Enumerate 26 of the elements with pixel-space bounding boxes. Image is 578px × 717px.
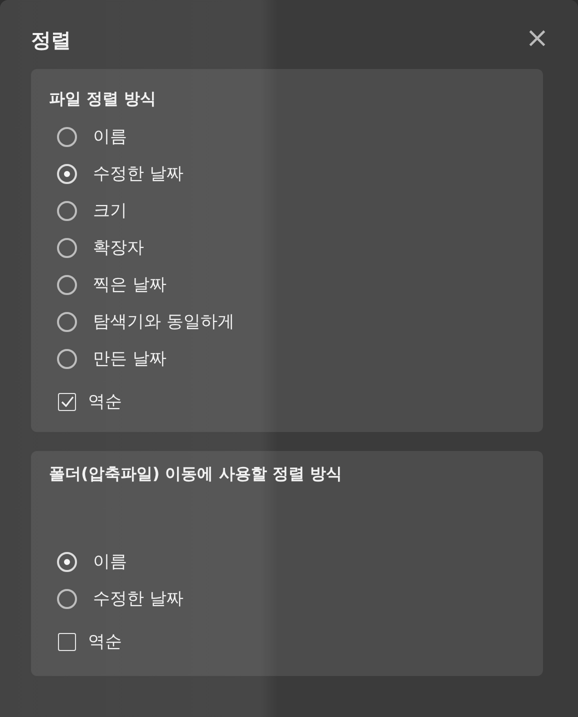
option-label: 탐색기와 동일하게	[93, 311, 234, 333]
checkbox[interactable]	[58, 392, 76, 410]
checkbox-label: 역순	[88, 631, 122, 653]
radio-button[interactable]	[57, 274, 77, 294]
checkbox-label: 역순	[88, 391, 122, 413]
option-label: 만든 날짜	[93, 348, 166, 370]
radio-button[interactable]	[57, 200, 77, 220]
option-label: 찍은 날짜	[93, 274, 166, 296]
option-label: 수정한 날짜	[93, 588, 184, 610]
dialog-title: 정렬	[31, 26, 71, 54]
radio-button[interactable]	[57, 238, 77, 258]
section-heading: 폴더(압축파일) 이동에 사용할 정렬 방식	[48, 464, 343, 485]
radio-button[interactable]	[57, 164, 77, 184]
option-label: 이름	[93, 126, 127, 148]
close-button[interactable]: ×	[526, 24, 549, 56]
option-label: 확장자	[93, 237, 144, 259]
radio-button[interactable]	[57, 312, 77, 332]
radio-button[interactable]	[57, 126, 77, 146]
section-heading: 파일 정렬 방식	[48, 89, 158, 110]
radio-button[interactable]	[57, 348, 77, 368]
option-label: 이름	[93, 551, 127, 573]
radio-button[interactable]	[57, 552, 77, 572]
checkbox[interactable]	[58, 632, 76, 650]
option-label: 크기	[93, 200, 127, 222]
option-label: 수정한 날짜	[93, 163, 184, 185]
radio-button[interactable]	[57, 588, 77, 608]
